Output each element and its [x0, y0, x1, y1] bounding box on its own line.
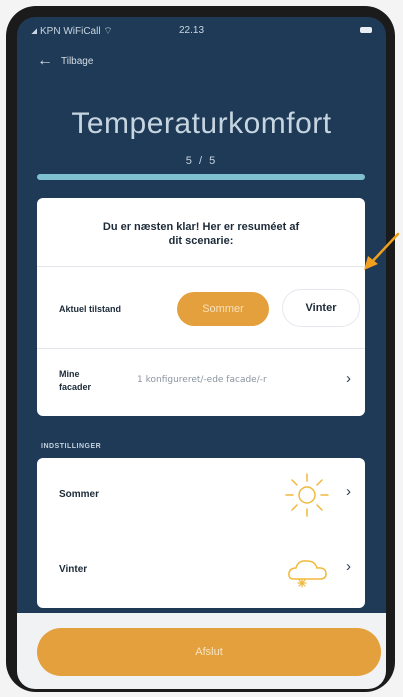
facades-label-line1: Mine [59, 369, 80, 379]
divider [37, 266, 365, 267]
chevron-right-icon: › [346, 370, 351, 387]
app-screen: KPN WiFiCall ⌔ 22.13 ← Tilbage Temperatu… [17, 17, 386, 689]
chevron-right-icon: › [346, 558, 351, 575]
setting-row-summer[interactable]: Sommer › [37, 458, 365, 532]
snow-cloud-icon [288, 560, 327, 588]
setting-label-winter: Vinter [59, 564, 88, 575]
summary-intro-line2: dit scenarie: [168, 235, 234, 247]
facades-row[interactable]: Mine facader 1 konfigureret/-ede facade/… [37, 348, 365, 416]
summer-mode-button[interactable]: Sommer [177, 292, 269, 326]
footer-bar: Afslut [17, 613, 386, 689]
battery-icon [360, 27, 372, 33]
back-arrow-icon: ← [37, 52, 53, 69]
summary-card: Du er næsten klar! Her er resuméet af di… [37, 198, 365, 416]
settings-section-label: INDSTILLINGER [41, 443, 102, 450]
summary-intro: Du er næsten klar! Her er resuméet af di… [37, 220, 365, 248]
status-time: 22.13 [179, 25, 205, 36]
page-title: Temperaturkomfort [71, 107, 332, 140]
setting-label-summer: Sommer [59, 489, 100, 500]
progress-bar [37, 174, 365, 180]
status-bar: KPN WiFiCall ⌔ 22.13 [17, 17, 386, 41]
back-button[interactable]: ← Tilbage [37, 53, 93, 69]
chevron-right-icon: › [346, 483, 351, 500]
signal-icon [31, 28, 37, 35]
facades-label-line2: facader [59, 382, 92, 392]
step-indicator: 5 / 5 [185, 155, 218, 167]
carrier-text: KPN WiFiCall [40, 26, 101, 37]
settings-card: Sommer › Vinter › [37, 458, 365, 608]
state-label: Aktuel tilstand [59, 304, 122, 314]
facades-label: Mine facader [59, 368, 119, 394]
sun-icon [285, 473, 329, 517]
wifi-icon: ⌔ [103, 26, 113, 37]
annotation-arrow-icon [364, 232, 400, 270]
summary-intro-line1: Du er næsten klar! Her er resuméet af [102, 221, 300, 233]
setting-row-winter[interactable]: Vinter › [37, 533, 365, 607]
finish-button[interactable]: Afslut [37, 628, 381, 676]
facades-value: 1 konfigureret/-ede facade/-r [137, 375, 267, 385]
back-label: Tilbage [61, 55, 94, 67]
winter-mode-button[interactable]: Vinter [282, 289, 360, 327]
carrier-label: KPN WiFiCall ⌔ [31, 25, 113, 38]
